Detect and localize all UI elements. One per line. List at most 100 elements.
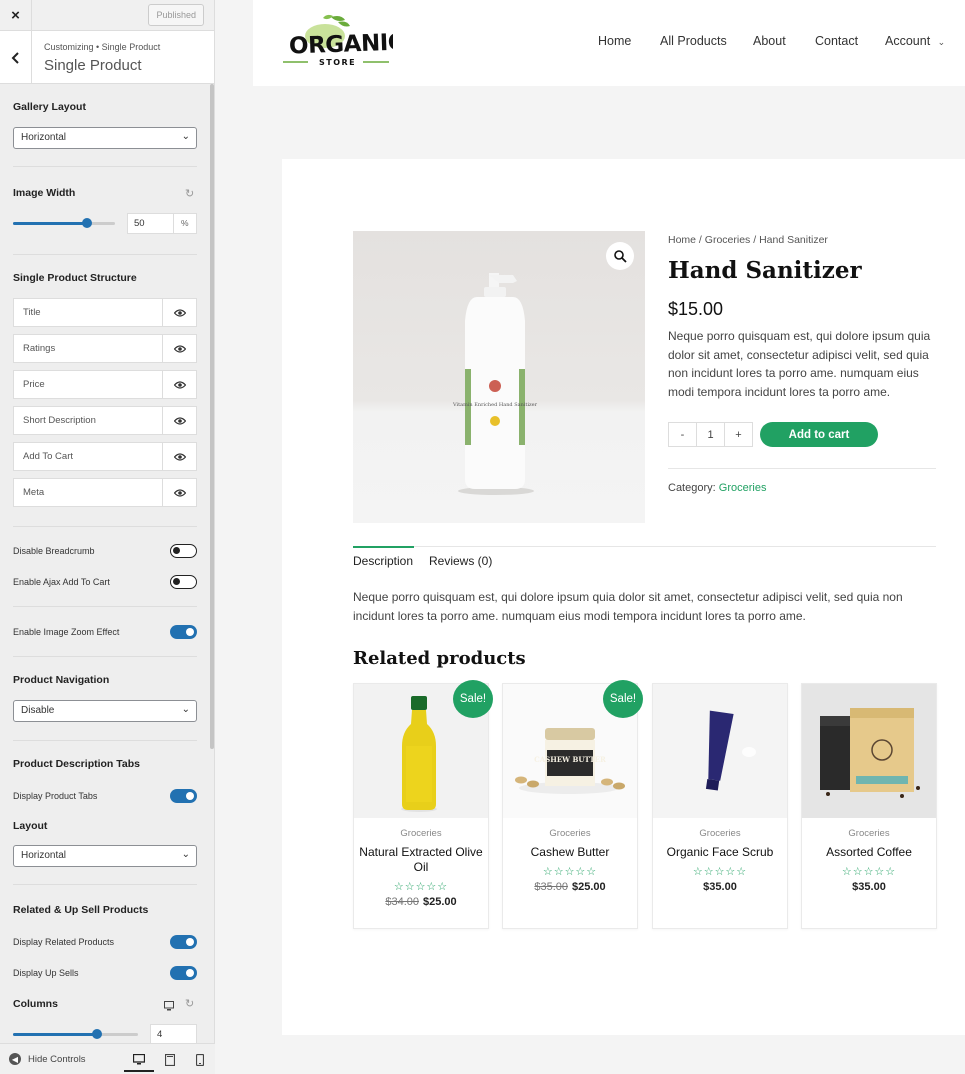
eye-icon[interactable] xyxy=(162,335,196,362)
bottle-label: Vitamin Enriched Hand Sanitizer xyxy=(452,402,538,408)
nav-item-all-products[interactable]: All Products xyxy=(660,34,727,48)
rating-stars-icon: ☆☆☆☆☆ xyxy=(393,881,449,893)
nav-item-contact[interactable]: Contact xyxy=(815,34,858,48)
nav-item-about[interactable]: About xyxy=(753,34,786,48)
mobile-preview-icon[interactable] xyxy=(185,1048,215,1072)
gallery-layout-label: Gallery Layout xyxy=(13,101,86,113)
sidebar-topbar: × Published xyxy=(0,0,214,31)
tabs-layout-select[interactable]: Horizontal ⌄ xyxy=(13,845,197,867)
related-product-name[interactable]: Assorted Coffee xyxy=(802,845,936,860)
rating-stars-icon: ☆☆☆☆☆ xyxy=(542,866,598,878)
related-product-card[interactable]: Groceries Natural Extracted Olive Oil ☆☆… xyxy=(353,683,489,929)
tablet-preview-icon[interactable] xyxy=(155,1048,185,1072)
structure-item-title[interactable]: Title xyxy=(13,298,197,327)
related-product-image[interactable] xyxy=(802,684,936,818)
divider xyxy=(13,740,197,741)
related-section-label: Related & Up Sell Products xyxy=(13,904,149,916)
disable-breadcrumb-toggle[interactable] xyxy=(170,544,197,558)
image-width-unit[interactable]: % xyxy=(173,213,197,234)
sale-price: $25.00 xyxy=(572,881,606,893)
display-upsells-toggle[interactable] xyxy=(170,966,197,980)
gallery-layout-select[interactable]: Horizontal ⌄ xyxy=(13,127,197,149)
desktop-preview-icon[interactable] xyxy=(124,1048,154,1072)
close-icon[interactable]: × xyxy=(0,0,32,31)
qty-input[interactable]: 1 xyxy=(696,422,725,447)
hide-controls-button[interactable]: ◀ Hide Controls xyxy=(9,1053,86,1065)
related-product-image[interactable] xyxy=(653,684,787,818)
related-product-card[interactable]: CASHEW BUTTER Groceries Cashew Butter ☆☆… xyxy=(502,683,638,929)
related-product-card[interactable]: Groceries Assorted Coffee ☆☆☆☆☆ $35.00 xyxy=(801,683,937,929)
site-logo[interactable]: ORGANIC STORE xyxy=(283,14,405,68)
divider xyxy=(13,656,197,657)
category-link[interactable]: Groceries xyxy=(719,482,767,494)
product-price: $15.00 xyxy=(668,299,724,319)
tabs-layout-value: Horizontal xyxy=(21,850,67,861)
related-product-name[interactable]: Cashew Butter xyxy=(503,845,637,860)
reset-icon[interactable]: ↻ xyxy=(185,187,194,200)
add-to-cart-button[interactable]: Add to cart xyxy=(760,422,878,447)
sidebar-scrollbar[interactable] xyxy=(210,84,214,749)
rating-stars-icon: ☆☆☆☆☆ xyxy=(692,866,748,878)
nav-item-account-label: Account xyxy=(885,34,931,48)
display-tabs-toggle[interactable] xyxy=(170,789,197,803)
structure-item-ratings[interactable]: Ratings xyxy=(13,334,197,363)
product-image[interactable]: Vitamin Enriched Hand Sanitizer xyxy=(353,231,645,523)
display-related-toggle[interactable] xyxy=(170,935,197,949)
image-width-input[interactable]: 50 xyxy=(127,213,174,234)
display-upsells-label: Display Up Sells xyxy=(13,968,79,978)
product-navigation-select[interactable]: Disable ⌄ xyxy=(13,700,197,722)
divider xyxy=(13,884,197,885)
nav-item-account[interactable]: Account ⌄ xyxy=(885,34,945,48)
related-product-name[interactable]: Natural Extracted Olive Oil xyxy=(354,845,488,875)
related-product-price: $35.00 xyxy=(802,881,936,893)
eye-icon[interactable] xyxy=(162,407,196,434)
slider-knob[interactable] xyxy=(92,1029,102,1039)
breadcrumb: Home / Groceries / Hand Sanitizer xyxy=(668,234,828,246)
nav-item-home[interactable]: Home xyxy=(598,34,631,48)
tab-description[interactable]: Description xyxy=(353,554,413,568)
zoom-icon[interactable] xyxy=(606,242,634,270)
chevron-down-icon: ⌄ xyxy=(181,131,190,142)
divider xyxy=(13,526,197,527)
reset-icon[interactable]: ↻ xyxy=(185,997,194,1010)
structure-item-label: Price xyxy=(23,379,45,390)
section-title: Single Product xyxy=(44,57,142,74)
tab-reviews[interactable]: Reviews (0) xyxy=(429,554,492,568)
disable-breadcrumb-label: Disable Breadcrumb xyxy=(13,546,95,556)
columns-slider[interactable] xyxy=(13,1029,138,1039)
back-arrow-icon[interactable] xyxy=(0,31,32,84)
structure-item-add-to-cart[interactable]: Add To Cart xyxy=(13,442,197,471)
related-products-heading: Related products xyxy=(353,648,526,669)
eye-icon[interactable] xyxy=(162,299,196,326)
image-width-slider[interactable] xyxy=(13,218,115,228)
ajax-cart-toggle[interactable] xyxy=(170,575,197,589)
eye-icon[interactable] xyxy=(162,443,196,470)
structure-item-short-description[interactable]: Short Description xyxy=(13,406,197,435)
sale-badge: Sale! xyxy=(453,680,493,718)
structure-item-price[interactable]: Price xyxy=(13,370,197,399)
eye-icon[interactable] xyxy=(162,479,196,506)
price: $35.00 xyxy=(703,881,737,893)
sidebar-controls: Gallery Layout Horizontal ⌄ Image Width … xyxy=(0,84,210,1044)
structure-item-label: Title xyxy=(23,307,41,318)
chevron-down-icon: ⌄ xyxy=(937,37,946,47)
divider xyxy=(13,606,197,607)
eye-icon[interactable] xyxy=(162,371,196,398)
breadcrumb-current: Hand Sanitizer xyxy=(759,234,828,246)
breadcrumb-home[interactable]: Home xyxy=(668,234,696,246)
published-button[interactable]: Published xyxy=(148,4,204,26)
logo-subtext: STORE xyxy=(319,58,356,67)
image-zoom-toggle[interactable] xyxy=(170,625,197,639)
columns-input[interactable]: 4 xyxy=(150,1024,197,1044)
desktop-icon[interactable] xyxy=(164,998,174,1016)
divider xyxy=(668,468,936,469)
qty-minus-button[interactable]: - xyxy=(668,422,697,447)
related-product-card[interactable]: Groceries Organic Face Scrub ☆☆☆☆☆ $35.0… xyxy=(652,683,788,929)
slider-knob[interactable] xyxy=(82,218,92,228)
related-product-name[interactable]: Organic Face Scrub xyxy=(653,845,787,860)
qty-plus-button[interactable]: + xyxy=(724,422,753,447)
category-label: Category: xyxy=(668,482,716,494)
breadcrumb-category[interactable]: Groceries xyxy=(705,234,751,246)
structure-item-label: Ratings xyxy=(23,343,56,354)
structure-item-meta[interactable]: Meta xyxy=(13,478,197,507)
